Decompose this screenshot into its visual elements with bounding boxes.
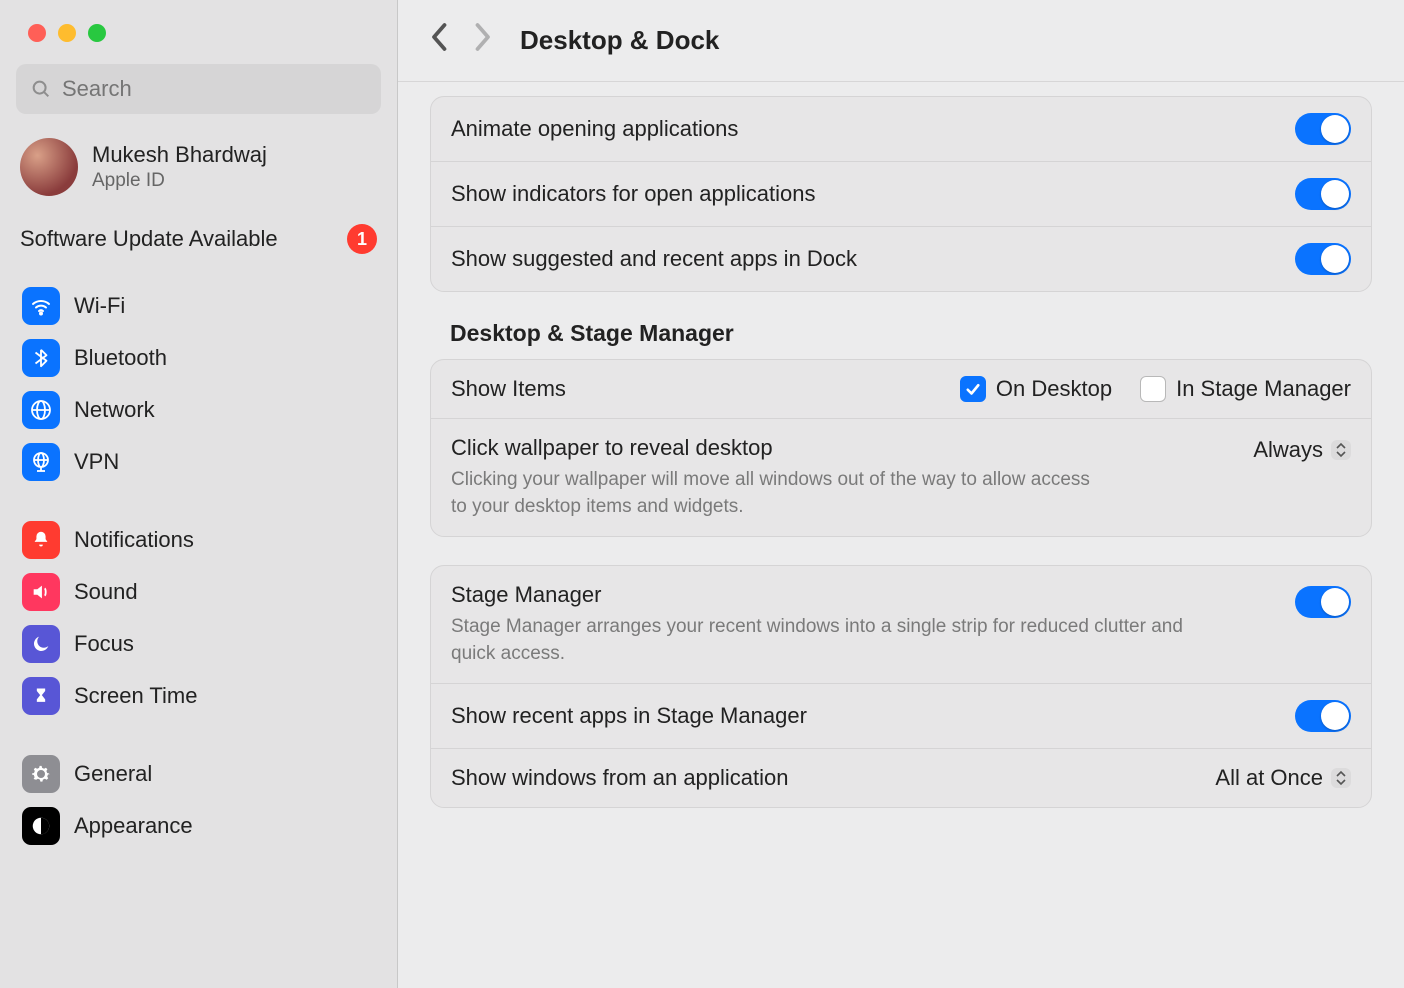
sidebar-item-label: Network	[74, 397, 155, 423]
indicators-toggle[interactable]	[1295, 178, 1351, 210]
account-name: Mukesh Bhardwaj	[92, 142, 267, 168]
nav-group: Wi-Fi Bluetooth Network VPN	[10, 276, 387, 492]
window-controls	[10, 0, 387, 64]
sidebar-item-label: Wi-Fi	[74, 293, 125, 319]
speaker-icon	[22, 573, 60, 611]
sidebar-item-network[interactable]: Network	[16, 384, 381, 436]
indicators-label: Show indicators for open applications	[451, 181, 815, 207]
content: Animate opening applications Show indica…	[398, 82, 1404, 988]
show-windows-value: All at Once	[1215, 765, 1323, 791]
sidebar-item-label: General	[74, 761, 152, 787]
in-stage-checkbox[interactable]	[1140, 376, 1166, 402]
updown-icon	[1331, 440, 1351, 460]
show-items-card: Show Items On Desktop In Stage Manager C…	[430, 359, 1372, 537]
gear-icon	[22, 755, 60, 793]
network-icon	[22, 391, 60, 429]
check-icon	[964, 380, 982, 398]
nav-group: General Appearance	[10, 744, 387, 856]
avatar	[20, 138, 78, 196]
wallpaper-value: Always	[1253, 437, 1323, 463]
sidebar-item-label: Sound	[74, 579, 138, 605]
row-show-items: Show Items On Desktop In Stage Manager	[431, 360, 1371, 419]
show-items-label: Show Items	[451, 376, 566, 402]
row-show-windows: Show windows from an application All at …	[431, 749, 1371, 807]
search-input[interactable]	[62, 76, 367, 102]
on-desktop-checkbox[interactable]	[960, 376, 986, 402]
close-icon[interactable]	[28, 24, 46, 42]
wallpaper-label: Click wallpaper to reveal desktop	[451, 435, 1091, 461]
show-items-checks: On Desktop In Stage Manager	[960, 376, 1351, 402]
vpn-icon	[22, 443, 60, 481]
row-indicators: Show indicators for open applications	[431, 162, 1371, 227]
moon-icon	[22, 625, 60, 663]
row-animate: Animate opening applications	[431, 97, 1371, 162]
sidebar-item-bluetooth[interactable]: Bluetooth	[16, 332, 381, 384]
software-update-label: Software Update Available	[20, 226, 278, 252]
sidebar-item-appearance[interactable]: Appearance	[16, 800, 381, 852]
suggested-label: Show suggested and recent apps in Dock	[451, 246, 857, 272]
in-stage-label: In Stage Manager	[1176, 376, 1351, 402]
sidebar-item-screen-time[interactable]: Screen Time	[16, 670, 381, 722]
recent-stage-label: Show recent apps in Stage Manager	[451, 703, 807, 729]
sidebar-item-sound[interactable]: Sound	[16, 566, 381, 618]
sidebar-item-label: Bluetooth	[74, 345, 167, 371]
search-field[interactable]	[16, 64, 381, 114]
page-title: Desktop & Dock	[520, 25, 719, 56]
software-update-row[interactable]: Software Update Available 1	[10, 216, 387, 276]
on-desktop-label: On Desktop	[996, 376, 1112, 402]
stage-manager-card: Stage Manager Stage Manager arranges you…	[430, 565, 1372, 808]
account-row[interactable]: Mukesh Bhardwaj Apple ID	[10, 134, 387, 216]
header: Desktop & Dock	[398, 0, 1404, 82]
sidebar-item-focus[interactable]: Focus	[16, 618, 381, 670]
row-stage-manager: Stage Manager Stage Manager arranges you…	[431, 566, 1371, 684]
sidebar-nav: Wi-Fi Bluetooth Network VPN Notifications Sou…	[10, 276, 387, 856]
sidebar-item-notifications[interactable]: Notifications	[16, 514, 381, 566]
wallpaper-popup[interactable]: Always	[1253, 437, 1351, 463]
update-badge: 1	[347, 224, 377, 254]
search-icon	[30, 78, 52, 100]
sidebar-item-label: Appearance	[74, 813, 193, 839]
nav-group: Notifications Sound Focus Screen Time	[10, 510, 387, 726]
recent-stage-toggle[interactable]	[1295, 700, 1351, 732]
animate-label: Animate opening applications	[451, 116, 738, 142]
row-recent-stage: Show recent apps in Stage Manager	[431, 684, 1371, 749]
row-suggested: Show suggested and recent apps in Dock	[431, 227, 1371, 291]
minimize-icon[interactable]	[58, 24, 76, 42]
bluetooth-icon	[22, 339, 60, 377]
section-title-stage: Desktop & Stage Manager	[450, 320, 1372, 347]
main-panel: Desktop & Dock Animate opening applicati…	[398, 0, 1404, 988]
show-windows-label: Show windows from an application	[451, 765, 789, 791]
sidebar-item-vpn[interactable]: VPN	[16, 436, 381, 488]
show-windows-popup[interactable]: All at Once	[1215, 765, 1351, 791]
updown-icon	[1331, 768, 1351, 788]
sidebar-item-label: Notifications	[74, 527, 194, 553]
sidebar-item-wi-fi[interactable]: Wi-Fi	[16, 280, 381, 332]
chevron-right-icon	[472, 22, 492, 52]
bell-icon	[22, 521, 60, 559]
sidebar: Mukesh Bhardwaj Apple ID Software Update…	[0, 0, 398, 988]
account-sub: Apple ID	[92, 170, 267, 192]
stage-manager-label: Stage Manager	[451, 582, 1211, 608]
forward-button	[472, 22, 492, 59]
sidebar-item-label: VPN	[74, 449, 119, 475]
sidebar-item-general[interactable]: General	[16, 748, 381, 800]
sidebar-item-label: Focus	[74, 631, 134, 657]
chevron-left-icon	[430, 22, 450, 52]
wallpaper-desc: Clicking your wallpaper will move all wi…	[451, 467, 1091, 520]
row-wallpaper: Click wallpaper to reveal desktop Clicki…	[431, 419, 1371, 536]
hourglass-icon	[22, 677, 60, 715]
stage-manager-desc: Stage Manager arranges your recent windo…	[451, 614, 1211, 667]
sidebar-item-label: Screen Time	[74, 683, 198, 709]
animate-toggle[interactable]	[1295, 113, 1351, 145]
wifi-icon	[22, 287, 60, 325]
back-button[interactable]	[430, 22, 450, 59]
appearance-icon	[22, 807, 60, 845]
suggested-toggle[interactable]	[1295, 243, 1351, 275]
maximize-icon[interactable]	[88, 24, 106, 42]
dock-card: Animate opening applications Show indica…	[430, 96, 1372, 292]
stage-manager-toggle[interactable]	[1295, 586, 1351, 618]
